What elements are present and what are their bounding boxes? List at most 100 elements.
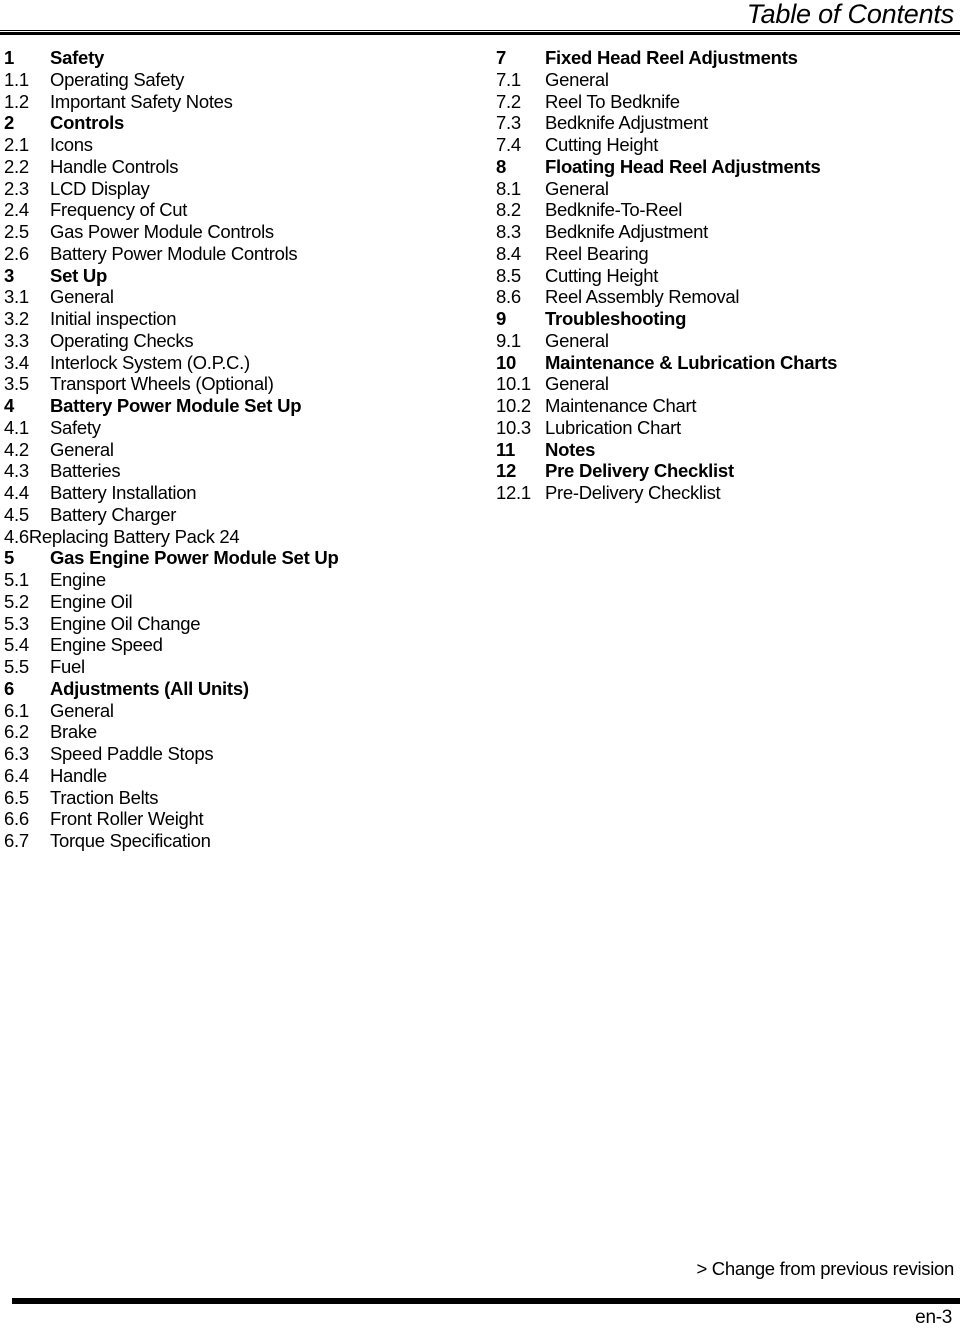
- toc-entry[interactable]: 8.3 Bedknife Adjustment35: [496, 221, 946, 243]
- toc-entry[interactable]: 3.3 Operating Checks18: [4, 330, 447, 352]
- toc-entry[interactable]: 10 Maintenance & Lubrication Charts: [496, 352, 946, 374]
- toc-entry-title: General: [50, 699, 114, 721]
- toc-entry[interactable]: 1.2 Important Safety Notes5: [4, 91, 447, 113]
- toc-entry-page-number: 12: [191, 199, 447, 221]
- toc-entry-number: 4.6: [4, 525, 29, 547]
- toc-entry[interactable]: 8.6 Reel Assembly Removal36: [496, 286, 946, 308]
- toc-entry-title: Brake: [50, 721, 97, 743]
- toc-column-left: 1Safety1.1Operating Safety41.2Important …: [4, 47, 447, 852]
- toc-entry-number: 6.5: [4, 786, 29, 808]
- toc-entry-title: Battery Installation: [50, 482, 197, 503]
- toc-entry-title: Battery Power Module Set Up: [50, 395, 302, 416]
- toc-entry[interactable]: 7.1 General32: [496, 69, 946, 91]
- toc-entry-title: Replacing Battery Pack 24: [28, 525, 240, 547]
- toc-entry[interactable]: 8 Floating Head Reel Adjustments: [496, 156, 946, 178]
- toc-entry[interactable]: 5.2 Engine Oil25: [4, 591, 447, 613]
- toc-entry[interactable]: 3.1 General18: [4, 286, 447, 308]
- toc-entry[interactable]: 1 Safety: [4, 47, 447, 69]
- toc-entry-title: Traction Belts: [50, 786, 159, 808]
- toc-entry[interactable]: 4.3 Batteries21: [4, 460, 447, 482]
- toc-entry[interactable]: 11 Notes: [496, 439, 946, 461]
- toc-entry-number: 2.2: [4, 155, 29, 177]
- toc-entry-title: Reel To Bedknife: [545, 90, 680, 112]
- toc-entry-title: Safety: [50, 416, 101, 438]
- toc-entry[interactable]: 8.1 General34: [496, 178, 946, 200]
- toc-entry-number: 12.1: [496, 482, 531, 503]
- toc-entry[interactable]: 5.5 Fuel27: [4, 656, 447, 678]
- toc-entry[interactable]: 8.5 Cutting Height36: [496, 265, 946, 287]
- toc-column-right: 7Fixed Head Reel Adjustments7.1General32…: [496, 47, 946, 504]
- toc-entry[interactable]: 5.4 Engine Speed26: [4, 634, 447, 656]
- toc-entry[interactable]: 3.4 Interlock System (O.P.C.)19: [4, 352, 447, 374]
- toc-entry[interactable]: 5.1 Engine25: [4, 569, 447, 591]
- toc-entry[interactable]: 10.1 General38: [496, 373, 946, 395]
- toc-entry-number: 4.2: [4, 438, 29, 460]
- toc-entry[interactable]: 2.4 Frequency of Cut12: [4, 199, 447, 221]
- toc-entry[interactable]: 5 Gas Engine Power Module Set Up: [4, 547, 447, 569]
- toc-entry[interactable]: 2.5 Gas Power Module Controls17: [4, 221, 447, 243]
- toc-entry[interactable]: 5.3 Engine Oil Change26: [4, 613, 447, 635]
- toc-entry[interactable]: 7.3 Bedknife Adjustment33: [496, 112, 946, 134]
- toc-entry[interactable]: 8.2 Bedknife-To-Reel34: [496, 199, 946, 221]
- toc-entry[interactable]: 2.3 LCD Display7: [4, 178, 447, 200]
- toc-entry-title: Bedknife Adjustment: [545, 221, 708, 242]
- toc-entry[interactable]: 4.2 General20: [4, 439, 447, 461]
- toc-entry[interactable]: 4.5 Battery Charger23: [4, 504, 447, 526]
- toc-entry-title: Battery Power Module Controls: [50, 242, 298, 264]
- toc-entry[interactable]: 7 Fixed Head Reel Adjustments: [496, 47, 946, 69]
- toc-entry-page-number: 36: [743, 286, 946, 308]
- toc-entry[interactable]: 7.2 Reel To Bedknife32: [496, 91, 946, 113]
- toc-entry-number: 2.6: [4, 242, 29, 264]
- toc-entry-title: Adjustments (All Units): [50, 677, 249, 699]
- toc-entry-title: Reel Assembly Removal: [545, 286, 740, 308]
- toc-entry-page-number: 18: [180, 308, 447, 330]
- toc-entry-title: General: [50, 286, 114, 308]
- toc-entry[interactable]: 6.3 Speed Paddle Stops28: [4, 743, 447, 765]
- toc-entry[interactable]: 10.2 Maintenance Chart38: [496, 395, 946, 417]
- toc-entry-page-number: 22: [200, 482, 447, 504]
- toc-entry[interactable]: 6.6 Front Roller Weight30: [4, 808, 447, 830]
- toc-entry[interactable]: 6.7 Torque Specification31: [4, 830, 447, 852]
- toc-entry[interactable]: 1.1 Operating Safety4: [4, 69, 447, 91]
- toc-entry[interactable]: 7.4 Cutting Height33: [496, 134, 946, 156]
- toc-entry[interactable]: 2.6 Battery Power Module Controls17: [4, 243, 447, 265]
- toc-entry[interactable]: 12.1 Pre-Delivery Checklist41: [496, 482, 946, 504]
- toc-entry[interactable]: 4.1 Safety20: [4, 417, 447, 439]
- toc-entry[interactable]: 10.3 Lubrication Chart39: [496, 417, 946, 439]
- toc-entry-page-number: 37: [613, 330, 946, 352]
- toc-entry-page-number: 7: [154, 178, 447, 200]
- toc-entry[interactable]: 2.2 Handle Controls6: [4, 156, 447, 178]
- toc-entry-number: 2.5: [4, 221, 29, 242]
- toc-entry-title: Pre-Delivery Checklist: [545, 482, 721, 503]
- toc-entry[interactable]: 12 Pre Delivery Checklist: [496, 460, 946, 482]
- toc-entry[interactable]: 3.5 Transport Wheels (Optional)19: [4, 373, 447, 395]
- toc-entry-page-number: 38: [700, 395, 946, 417]
- toc-entry-page-number: 20: [118, 439, 447, 461]
- toc-entry-title: Maintenance & Lubrication Charts: [545, 351, 838, 373]
- toc-entry[interactable]: 4.6 Replacing Battery Pack 24: [4, 526, 447, 548]
- toc-entry[interactable]: 2.1 Icons6: [4, 134, 447, 156]
- toc-entry[interactable]: 6.1 General28: [4, 700, 447, 722]
- toc-entry-title: Notes: [545, 438, 596, 460]
- toc-entry[interactable]: 3 Set Up: [4, 265, 447, 287]
- toc-entry[interactable]: 9.1 General37: [496, 330, 946, 352]
- toc-entry[interactable]: 6.4 Handle29: [4, 765, 447, 787]
- toc-entry[interactable]: 8.4 Reel Bearing35: [496, 243, 946, 265]
- toc-entry-number: 6.4: [4, 764, 29, 786]
- toc-entry[interactable]: 4.4 Battery Installation22: [4, 482, 447, 504]
- toc-entry-number: 1.1: [4, 68, 29, 90]
- toc-entry-number: 6.3: [4, 743, 29, 764]
- toc-entry[interactable]: 4 Battery Power Module Set Up: [4, 395, 447, 417]
- toc-entry[interactable]: 6.5 Traction Belts29: [4, 787, 447, 809]
- toc-entry-page-number: 19: [254, 352, 447, 374]
- toc-entry[interactable]: 3.2 Initial inspection18: [4, 308, 447, 330]
- toc-entry-number: 5.2: [4, 590, 29, 612]
- toc-entry[interactable]: 2 Controls: [4, 112, 447, 134]
- toc-entry-number: 8.1: [496, 177, 521, 199]
- toc-entry-number: 6.1: [4, 699, 29, 721]
- toc-entry[interactable]: 6 Adjustments (All Units): [4, 678, 447, 700]
- toc-entry-title: Gas Engine Power Module Set Up: [50, 547, 339, 569]
- toc-entry[interactable]: 9 Troubleshooting: [496, 308, 946, 330]
- toc-entry[interactable]: 6.2 Brake28: [4, 721, 447, 743]
- revision-note: > Change from previous revision: [696, 1258, 954, 1279]
